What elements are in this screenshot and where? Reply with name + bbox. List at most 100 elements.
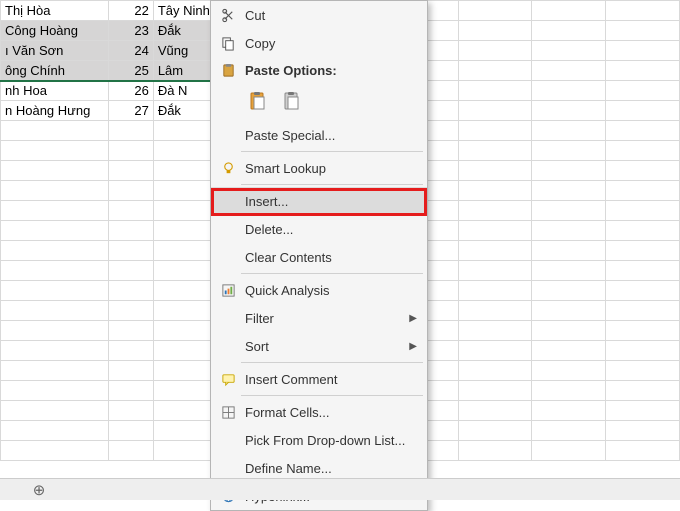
cell[interactable] [458,121,532,141]
cell[interactable]: n Hoàng Hưng [1,101,109,121]
cell[interactable] [458,421,532,441]
cell[interactable] [606,341,680,361]
cell[interactable] [108,201,153,221]
cell[interactable] [532,421,606,441]
cell[interactable] [1,261,109,281]
menu-sort[interactable]: Sort ▶ [211,332,427,360]
cell[interactable] [532,241,606,261]
cell[interactable] [532,321,606,341]
cell[interactable] [532,1,606,21]
paste-default[interactable] [245,87,271,115]
cell[interactable] [606,401,680,421]
cell[interactable] [108,341,153,361]
cell[interactable] [532,381,606,401]
cell[interactable] [532,201,606,221]
cell[interactable] [606,101,680,121]
cell[interactable] [606,1,680,21]
cell[interactable] [108,321,153,341]
cell[interactable] [532,261,606,281]
menu-pick-from-list[interactable]: Pick From Drop-down List... [211,426,427,454]
cell[interactable] [1,441,109,461]
cell[interactable]: 24 [108,41,153,61]
cell[interactable] [606,41,680,61]
cell[interactable] [606,241,680,261]
menu-copy[interactable]: Copy [211,29,427,57]
cell[interactable] [108,221,153,241]
cell[interactable]: 23 [108,21,153,41]
menu-insert-comment[interactable]: Insert Comment [211,365,427,393]
cell[interactable] [458,361,532,381]
cell[interactable] [458,41,532,61]
cell[interactable] [1,341,109,361]
cell[interactable] [458,281,532,301]
cell[interactable] [532,41,606,61]
menu-smart-lookup[interactable]: Smart Lookup [211,154,427,182]
cell[interactable] [108,301,153,321]
cell[interactable] [532,361,606,381]
cell[interactable] [606,201,680,221]
cell[interactable] [606,361,680,381]
cell[interactable] [108,161,153,181]
cell[interactable] [458,161,532,181]
cell[interactable] [458,81,532,101]
cell[interactable] [458,261,532,281]
cell[interactable]: 27 [108,101,153,121]
cell[interactable] [458,341,532,361]
cell[interactable] [606,141,680,161]
cell[interactable] [532,101,606,121]
cell[interactable]: 22 [108,1,153,21]
menu-format-cells[interactable]: Format Cells... [211,398,427,426]
menu-cut[interactable]: Cut [211,1,427,29]
cell[interactable] [1,201,109,221]
cell[interactable]: 25 [108,61,153,81]
cell[interactable] [606,181,680,201]
cell[interactable] [458,201,532,221]
cell[interactable] [606,221,680,241]
menu-clear-contents[interactable]: Clear Contents [211,243,427,271]
cell[interactable] [458,21,532,41]
cell[interactable] [108,141,153,161]
cell[interactable] [532,141,606,161]
cell[interactable] [532,341,606,361]
cell[interactable] [606,281,680,301]
cell[interactable]: Thị Hòa [1,1,109,21]
cell[interactable] [458,1,532,21]
cell[interactable] [108,121,153,141]
cell[interactable]: nh Hoa [1,81,109,101]
cell[interactable] [458,221,532,241]
cell[interactable] [532,301,606,321]
cell[interactable] [532,401,606,421]
cell[interactable] [1,281,109,301]
add-sheet-button[interactable]: ⊕ [30,481,48,499]
cell[interactable] [606,161,680,181]
cell[interactable] [1,241,109,261]
cell[interactable] [606,321,680,341]
cell[interactable] [606,121,680,141]
cell[interactable] [532,441,606,461]
cell[interactable] [532,21,606,41]
cell[interactable] [458,321,532,341]
cell[interactable] [458,101,532,121]
menu-quick-analysis[interactable]: Quick Analysis [211,276,427,304]
cell[interactable] [1,381,109,401]
cell[interactable] [458,301,532,321]
cell[interactable] [532,121,606,141]
cell[interactable] [606,21,680,41]
cell[interactable] [532,161,606,181]
cell[interactable] [1,161,109,181]
cell[interactable] [532,281,606,301]
cell[interactable] [458,61,532,81]
cell[interactable] [532,61,606,81]
cell[interactable] [108,181,153,201]
cell[interactable] [108,381,153,401]
menu-delete[interactable]: Delete... [211,215,427,243]
cell[interactable] [1,421,109,441]
cell[interactable] [1,181,109,201]
cell[interactable] [108,261,153,281]
cell[interactable] [606,441,680,461]
menu-insert[interactable]: Insert... [211,187,427,215]
cell[interactable] [1,141,109,161]
cell[interactable] [532,81,606,101]
cell[interactable] [1,321,109,341]
menu-filter[interactable]: Filter ▶ [211,304,427,332]
